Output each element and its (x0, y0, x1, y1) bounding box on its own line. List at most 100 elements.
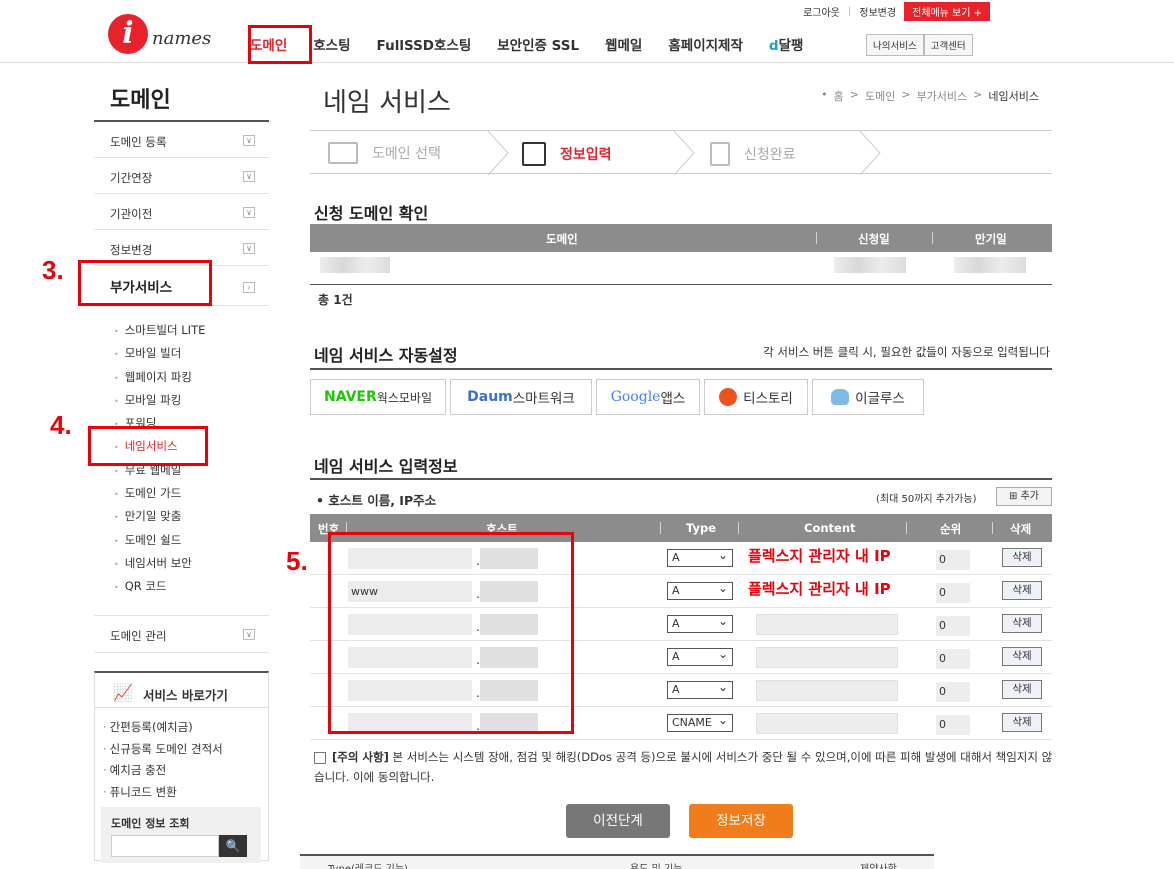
sub-item-web-parking[interactable]: 웹페이지 파킹 (114, 368, 205, 391)
lookup-title: 도메인 정보 조회 (111, 817, 190, 830)
all-menu-button[interactable]: 전체메뉴 보기 + (904, 2, 990, 21)
type-select[interactable]: A (667, 646, 733, 666)
sidebar-item-renewal[interactable]: 기간연장 ∨ (94, 158, 269, 194)
logout-link[interactable]: 로그아웃 (803, 4, 840, 19)
daum-smartwork-button[interactable]: Daum 스마트워크 (450, 379, 592, 415)
gnb-homepage[interactable]: 홈페이지제작 (668, 34, 743, 54)
delete-button[interactable]: 삭제 (1002, 614, 1042, 633)
gnb-webmail[interactable]: 웹메일 (605, 34, 642, 54)
tistory-icon (719, 388, 738, 406)
shortcut-links: 간편등록(예치금) 신규등록 도메인 견적서 예치금 충전 퓨니코드 변환 (103, 719, 223, 805)
shortcut-link[interactable]: 간편등록(예치금) (103, 719, 223, 741)
global-nav: 도메인 호스팅 FullSSD호스팅 보안인증 SSL 웹메일 홈페이지제작 d… (250, 34, 829, 54)
search-icon[interactable]: 🔍 (219, 835, 247, 857)
breadcrumb-extra[interactable]: 부가서비스 (917, 88, 968, 104)
egloos-button[interactable]: 이글루스 (812, 379, 924, 415)
delete-button[interactable]: 삭제 (1002, 713, 1042, 732)
content-input[interactable] (756, 614, 898, 635)
type-select[interactable]: A (667, 679, 733, 699)
step-indicator: 도메인 선택 정보입력 신청완료 (310, 130, 1052, 175)
order-input[interactable]: 0 (936, 682, 970, 702)
delete-button[interactable]: 삭제 (1002, 548, 1042, 567)
confirm-section-title: 신청 도메인 확인 (314, 204, 429, 223)
tistory-button[interactable]: 티스토리 (704, 379, 808, 415)
customer-center-button[interactable]: 고객센터 (923, 34, 973, 56)
order-input[interactable]: 0 (936, 550, 970, 570)
breadcrumb: • 홈 > 도메인 > 부가서비스 > 네임서비스 (821, 88, 1039, 104)
sidebar-item-domain-register[interactable]: 도메인 등록 ∨ (94, 122, 269, 158)
delete-button[interactable]: 삭제 (1002, 680, 1042, 699)
annotation-box-extra-services (78, 260, 212, 306)
shortcut-link[interactable]: 신규등록 도메인 견적서 (103, 741, 223, 763)
step-complete: 신청완료 (710, 142, 796, 166)
edit-form-icon (522, 142, 546, 166)
divider (310, 478, 1052, 480)
sidebar-item-transfer[interactable]: 기관이전 ∨ (94, 194, 269, 230)
dalpaeng-d-icon: d (768, 38, 779, 54)
type-select[interactable]: A (667, 580, 733, 600)
type-select[interactable]: A (667, 547, 733, 567)
sub-item-mobile-builder[interactable]: 모바일 빌더 (114, 344, 205, 367)
host-ip-subtitle: • 호스트 이름, IP주소 (316, 493, 437, 508)
document-icon (710, 142, 730, 166)
gnb-ssl[interactable]: 보안인증 SSL (497, 34, 579, 54)
confirm-table-header: 도메인 신청일 만기일 (310, 224, 1052, 252)
info-change-link[interactable]: 정보변경 (859, 4, 896, 19)
shortcut-title: 서비스 바로가기 (143, 688, 228, 703)
logo-mark: i (108, 14, 148, 54)
www-monitor-icon (328, 142, 358, 164)
google-logo: Google (610, 389, 661, 405)
service-shortcut-box: 📈 서비스 바로가기 간편등록(예치금) 신규등록 도메인 견적서 예치금 충전… (94, 671, 269, 863)
sub-item-domain-shield[interactable]: 도메인 쉴드 (114, 531, 205, 554)
order-input[interactable]: 0 (936, 715, 970, 735)
delete-button[interactable]: 삭제 (1002, 647, 1042, 666)
annotation-box-name-service (88, 426, 208, 466)
breadcrumb-domain[interactable]: 도메인 (865, 88, 895, 104)
delete-button[interactable]: 삭제 (1002, 581, 1042, 600)
gnb-hosting[interactable]: 호스팅 (313, 34, 350, 54)
content-value[interactable]: 플렉스지 관리자 내 IP (748, 545, 891, 566)
sidebar-item-domain-manage[interactable]: 도메인 관리 ∨ (94, 615, 269, 653)
naver-works-button[interactable]: NAVER 웍스모바일 (310, 379, 446, 415)
sub-item-mobile-parking[interactable]: 모바일 파킹 (114, 391, 205, 414)
type-select[interactable]: CNAME (667, 712, 733, 732)
content-input[interactable] (756, 647, 898, 668)
annotation-label-4: 4. (50, 410, 72, 440)
gnb-fullssd-hosting[interactable]: FullSSD호스팅 (377, 34, 472, 54)
shortcut-link[interactable]: 예치금 충전 (103, 762, 223, 784)
add-button[interactable]: ⊞ 추가 (996, 487, 1052, 506)
content-value[interactable]: 플렉스지 관리자 내 IP (748, 578, 891, 599)
step-arrow-icon (488, 131, 509, 175)
lookup-input[interactable] (111, 835, 219, 857)
sub-item-expiry-match[interactable]: 만기일 맞춤 (114, 507, 205, 530)
step-info-input: 정보입력 (522, 142, 612, 166)
shortcut-link[interactable]: 퓨니코드 변환 (103, 784, 223, 806)
order-input[interactable]: 0 (936, 649, 970, 669)
order-input[interactable]: 0 (936, 616, 970, 636)
gnb-dalpaeng[interactable]: d달팽 (769, 34, 804, 54)
content-input[interactable] (756, 680, 898, 701)
content-input[interactable] (756, 713, 898, 734)
sub-item-qr-code[interactable]: QR 코드 (114, 577, 205, 600)
prev-step-button[interactable]: 이전단계 (566, 804, 670, 838)
annotation-box-host-column (328, 532, 574, 734)
my-service-button[interactable]: 나의서비스 (866, 34, 924, 56)
inames-logo[interactable]: i names (108, 14, 228, 56)
agree-checkbox[interactable] (314, 751, 326, 764)
redacted-domain (320, 257, 390, 273)
breadcrumb-home[interactable]: 홈 (834, 88, 844, 104)
order-input[interactable]: 0 (936, 583, 970, 603)
sub-item-smartbuilder[interactable]: 스마트빌더 LITE (114, 321, 206, 344)
sub-item-ns-security[interactable]: 네임서버 보안 (114, 554, 205, 577)
sub-item-domain-guard[interactable]: 도메인 가드 (114, 484, 205, 507)
egloos-icon (831, 389, 850, 405)
type-select[interactable]: A (667, 613, 733, 633)
chevron-right-icon: › (243, 282, 255, 293)
google-apps-button[interactable]: Google 앱스 (596, 379, 700, 415)
notice: [주의 사항] 본 서비스는 시스템 장애, 점검 및 해킹(DDos 공격 등… (314, 750, 1053, 784)
auto-section-note: 각 서비스 버튼 클릭 시, 필요한 값들이 자동으로 입력됩니다 (763, 345, 1050, 359)
save-info-button[interactable]: 정보저장 (689, 804, 793, 838)
top-buttons: 나의서비스 고객센터 (866, 34, 973, 56)
annotation-box-domain-tab (248, 25, 312, 64)
chevron-down-icon: ∨ (243, 171, 255, 182)
